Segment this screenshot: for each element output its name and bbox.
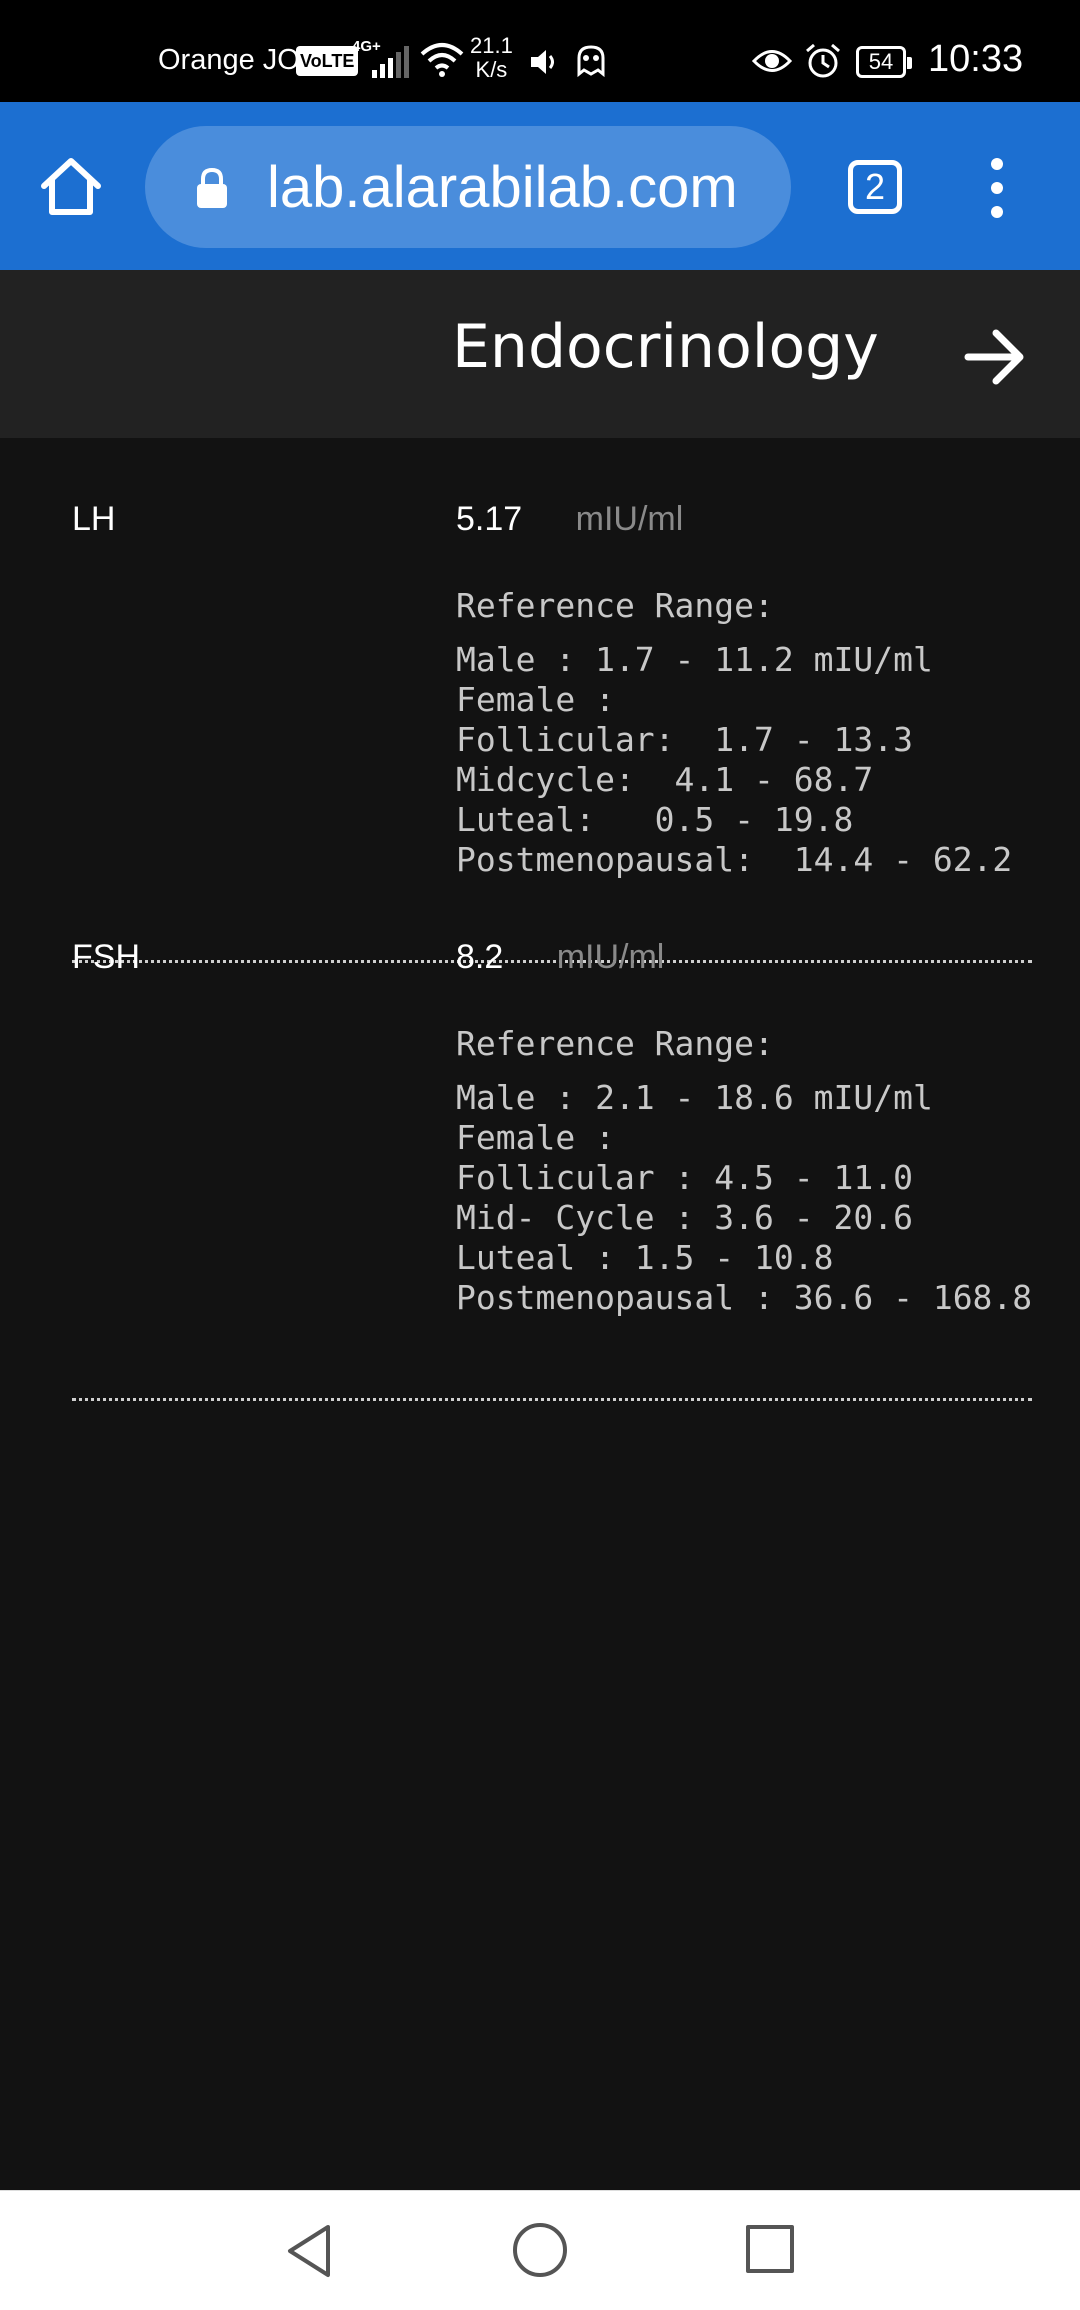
test-unit: mIU/ml: [556, 938, 665, 976]
lock-icon: [197, 167, 227, 208]
test-value: 5.17: [456, 500, 523, 538]
results-list: LH 5.17 mIU/ml Reference Range: Male : 1…: [0, 438, 1080, 2190]
clock: 10:33: [928, 38, 1024, 80]
arrow-right-icon[interactable]: [962, 326, 1028, 388]
sound-icon: [531, 50, 554, 74]
test-result: 8.2 mIU/ml: [456, 938, 664, 977]
system-nav-bar: [0, 2190, 1080, 2310]
reference-range-title: Reference Range:: [456, 586, 774, 625]
url-text: lab.alarabilab.com: [267, 155, 738, 220]
tabs-button[interactable]: 2: [848, 160, 902, 214]
reference-range-values: Male : 2.1 - 18.6 mIU/ml Female : Follic…: [456, 1078, 1033, 1317]
section-header: Endocrinology: [0, 270, 1080, 438]
test-value: 8.2: [456, 938, 504, 976]
volte-icon: VoLTE: [296, 46, 359, 76]
test-name: FSH: [72, 938, 140, 976]
home-circle-icon[interactable]: [513, 2223, 567, 2277]
speed-value: 21.1: [470, 33, 513, 58]
address-bar[interactable]: lab.alarabilab.com: [145, 126, 791, 248]
wifi-icon: [420, 43, 464, 77]
battery-icon: 54: [856, 46, 912, 78]
test-result: 5.17 mIU/ml: [456, 500, 683, 539]
status-bar: Orange JO VoLTE 4G+ 21.1 K/s 54 10:33: [0, 0, 1080, 102]
more-vert-icon[interactable]: [982, 158, 1012, 218]
ghost-icon: [577, 45, 605, 78]
signal-icon: [372, 46, 412, 78]
recents-icon[interactable]: [746, 2225, 794, 2273]
home-icon[interactable]: [36, 152, 106, 222]
browser-toolbar: lab.alarabilab.com 2: [0, 102, 1080, 270]
row-divider: [72, 1398, 1032, 1401]
carrier-label: Orange JO: [158, 44, 300, 76]
eye-icon: [752, 50, 792, 72]
page-title: Endocrinology: [452, 312, 879, 382]
back-icon[interactable]: [284, 2223, 334, 2279]
network-speed: 21.1 K/s: [470, 34, 513, 82]
test-row-fsh: FSH 8.2 mIU/ml Reference Range: Male : 2…: [72, 938, 1032, 1418]
reference-range-title: Reference Range:: [456, 1024, 774, 1063]
test-unit: mIU/ml: [575, 500, 684, 538]
reference-range-values: Male : 1.7 - 11.2 mIU/ml Female : Follic…: [456, 640, 1013, 879]
alarm-icon: [806, 43, 840, 78]
test-name: LH: [72, 500, 116, 538]
speed-unit: K/s: [475, 57, 508, 82]
test-row-lh: LH 5.17 mIU/ml Reference Range: Male : 1…: [72, 500, 1032, 980]
